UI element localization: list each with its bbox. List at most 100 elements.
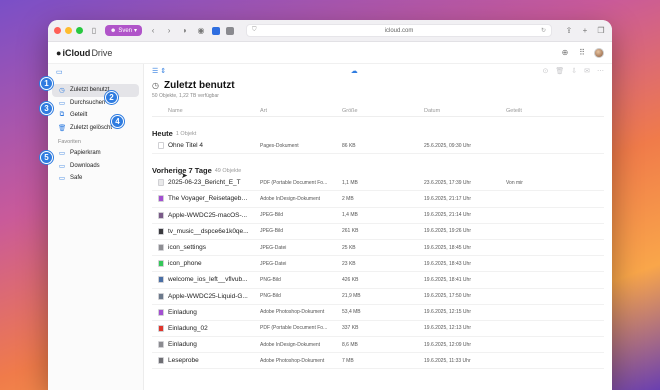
clock-icon: ◷	[59, 87, 65, 95]
window-controls	[54, 27, 83, 34]
browser-window: ▯ ☻ Sven ▾ ‹ › ◗ ◉ ⛉ icloud.com ↻ ⇪ + ❐ ● …	[48, 20, 612, 390]
file-name: tv_music__dspce6e1k0qe...	[168, 227, 249, 235]
file-date: 19.6.2025, 12:15 Uhr	[424, 309, 471, 316]
table-row[interactable]: Apple-WWDC25-macOS-... JPEG-Bild 1,4 MB 19.…	[152, 208, 604, 224]
table-row[interactable]: Ohne Titel 4 Pages-Dokument 86 KB 25.6.2025…	[152, 138, 604, 155]
extension-icon[interactable]: ◉	[196, 26, 206, 35]
add-circle-icon[interactable]: ⊕	[560, 48, 570, 57]
table-row[interactable]: icon_phone JPEG-Datei 23 KB 19.6.2025, 18:4…	[152, 256, 604, 273]
sidebar-toggle-icon[interactable]: ▯	[89, 26, 99, 35]
table-row[interactable]: The Voyager_Reisetagebu... Adobe InDesign…	[152, 191, 604, 208]
trash-icon: 🗑	[58, 124, 67, 132]
file-icon	[158, 357, 164, 365]
file-date: 19.6.2025, 21:17 Uhr	[424, 195, 471, 202]
folder-icon: ▭	[58, 175, 66, 183]
share-icon[interactable]: ⇪	[564, 26, 574, 35]
mouse-cursor-icon: ➤	[181, 171, 188, 180]
file-size: 261 KB	[342, 228, 359, 235]
file-icon	[158, 292, 164, 300]
table-row[interactable]: tv_music__dspce6e1k0qe... JPEG-Bild 261 KB…	[152, 224, 604, 240]
column-size[interactable]: Größe	[342, 108, 424, 114]
table-row[interactable]: Apple-WWDC25-Liquid-G... PNG-Bild 21,9 MB 1…	[152, 289, 604, 305]
file-date: 19.6.2025, 19:26 Uhr	[424, 228, 471, 235]
file-kind: JPEG-Datei	[260, 244, 287, 251]
column-name[interactable]: Name	[152, 108, 260, 114]
mail-icon[interactable]: ✉	[584, 67, 590, 75]
download-icon[interactable]: ⇩	[571, 67, 577, 75]
file-kind: Adobe Photoshop-Dokument	[260, 357, 325, 364]
forward-icon[interactable]: ›	[164, 26, 174, 35]
sidebar-item-label: Papierkram	[70, 150, 101, 157]
file-name-cell: Leseprobe	[152, 357, 260, 365]
share-link-icon[interactable]: ⊙	[542, 67, 548, 75]
table-row[interactable]: icon_settings JPEG-Datei 25 KB 19.6.2025, 1…	[152, 240, 604, 257]
profile-label: Sven	[118, 27, 133, 34]
section-title: Heute	[152, 129, 173, 138]
file-browser: ☰ ⇕ ☁︎ ⊙ 🗑 ⇩ ✉ ⋯ ◷ Zuletzt benutzt 50 Ob…	[144, 64, 612, 390]
file-name-cell: Einladung	[152, 341, 260, 349]
file-name-cell: icon_phone	[152, 260, 260, 268]
file-kind: PDF (Portable Document Fo...	[260, 325, 328, 332]
file-name: Apple-WWDC25-macOS-...	[168, 211, 248, 219]
page-subtitle: 50 Objekte, 1,22 TB verfügbar	[152, 93, 219, 99]
file-name-cell: 2025-06-23_Bericht_E_T	[152, 179, 260, 187]
rss-icon[interactable]: ◗	[180, 26, 190, 35]
sidebar-item-label: Geteilt	[70, 112, 88, 119]
brand-drive: Drive	[91, 47, 113, 58]
file-date: 19.6.2025, 18:43 Uhr	[424, 260, 471, 267]
file-date: 19.6.2025, 12:09 Uhr	[424, 341, 471, 348]
file-name-cell: Ohne Titel 4	[152, 142, 260, 150]
sidebar-collapse-icon[interactable]: ▭	[56, 68, 139, 78]
sidebar-item-recents[interactable]: ◷ Zuletzt benutzt	[52, 84, 139, 97]
file-date: 19.6.2025, 18:41 Uhr	[424, 276, 471, 283]
file-icon	[158, 244, 164, 252]
table-row[interactable]: Einladung Adobe Photoshop-Dokument 53,4 MB…	[152, 305, 604, 321]
sidebar-item-downloads[interactable]: ▭ Downloads	[52, 160, 139, 173]
column-date[interactable]: Datum	[424, 108, 506, 114]
zoom-window-button[interactable]	[76, 27, 83, 34]
delete-icon[interactable]: 🗑	[555, 67, 564, 75]
address-bar[interactable]: ⛉ icloud.com ↻	[246, 24, 552, 37]
view-options-icon[interactable]: ☰ ⇕	[152, 67, 166, 75]
file-icon	[158, 227, 164, 235]
file-kind: JPEG-Datei	[260, 260, 287, 267]
column-kind[interactable]: Art	[260, 108, 342, 114]
avatar[interactable]	[594, 47, 604, 58]
sidebar-item-safe[interactable]: ▭ Safe	[52, 172, 139, 185]
app-grid-icon[interactable]: ⠿	[577, 48, 587, 57]
profile-button[interactable]: ☻ Sven ▾	[105, 25, 143, 36]
sidebar-item-papierkram[interactable]: ▭ Papierkram	[52, 147, 139, 160]
extension-blue-icon[interactable]	[212, 26, 221, 35]
reload-icon[interactable]: ↻	[541, 27, 546, 34]
table-row[interactable]: Einladung Adobe InDesign-Dokument 8,6 MB 19…	[152, 337, 604, 354]
close-window-button[interactable]	[54, 27, 61, 34]
back-icon[interactable]: ‹	[148, 26, 158, 35]
upload-icon[interactable]: ☁︎	[351, 67, 358, 75]
extension-grey-icon[interactable]	[226, 26, 235, 35]
file-icon	[158, 142, 164, 150]
file-size: 8,6 MB	[342, 341, 358, 348]
table-row[interactable]: welcome_ios_left__vflvub... PNG-Bild 426 K…	[152, 272, 604, 289]
more-icon[interactable]: ⋯	[597, 67, 604, 75]
step-badge-2: 2	[105, 91, 118, 104]
file-date: 19.6.2025, 11:33 Uhr	[424, 357, 471, 364]
table-row[interactable]: Einladung_02 PDF (Portable Document Fo...…	[152, 321, 604, 338]
file-icon	[158, 260, 164, 268]
minimize-window-button[interactable]	[65, 27, 72, 34]
new-tab-icon[interactable]: +	[580, 26, 590, 35]
file-kind: Adobe Photoshop-Dokument	[260, 309, 325, 316]
file-kind: PDF (Portable Document Fo...	[260, 179, 328, 186]
table-row[interactable]: Leseprobe Adobe Photoshop-Dokument 7 MB 19.…	[152, 353, 604, 370]
sidebar-item-shared[interactable]: ⧉ Geteilt	[52, 109, 139, 122]
table-row[interactable]: 2025-06-23_Bericht_E_T PDF (Portable Docu…	[152, 175, 604, 192]
file-name-cell: tv_music__dspce6e1k0qe...	[152, 227, 260, 235]
tab-overview-icon[interactable]: ❐	[596, 26, 606, 35]
sidebar-item-recently-deleted[interactable]: 🗑 Zuletzt gelöscht	[52, 122, 139, 135]
file-kind: Adobe InDesign-Dokument	[260, 341, 321, 348]
sidebar-item-browse[interactable]: ▭ Durchsuchen	[52, 97, 139, 110]
column-shared[interactable]: Geteilt	[506, 108, 604, 114]
icloud-drive-logo[interactable]: ● iCloud Drive	[56, 48, 112, 58]
file-icon	[158, 324, 164, 332]
file-size: 23 KB	[342, 260, 356, 267]
file-icon	[158, 308, 164, 316]
